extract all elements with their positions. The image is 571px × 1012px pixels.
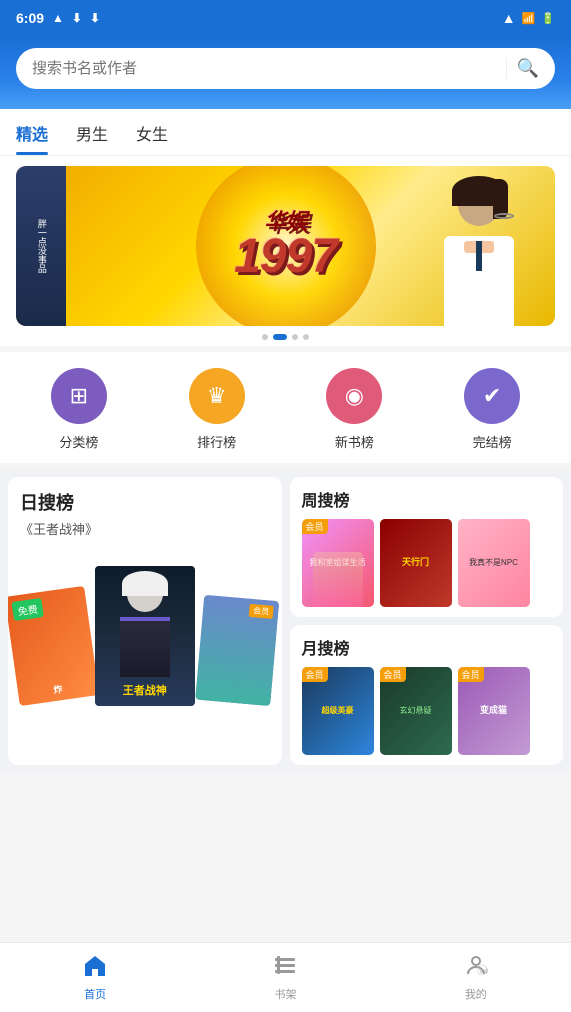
tab-nvsheng[interactable]: 女生: [136, 109, 168, 155]
daily-chart-title: 日搜榜: [20, 489, 270, 515]
paihang-label: 排行榜: [197, 432, 236, 451]
main-content: 日搜榜 《王者战神》 炸 免费 会员: [0, 469, 571, 773]
bottom-nav: 首页 书架 安卓 我的: [0, 942, 571, 1012]
nav-mine[interactable]: 安卓 我的: [444, 946, 508, 1010]
monthly-book-2-text: 玄幻悬疑: [398, 704, 434, 718]
monthly-book-3[interactable]: 会员 变成猫: [458, 667, 530, 755]
front-book-title: 王者战神: [123, 682, 167, 698]
nav-mine-label: 我的: [465, 986, 487, 1002]
search-input[interactable]: [32, 60, 498, 77]
tab-nansheng[interactable]: 男生: [76, 109, 108, 155]
weekly-book-3-text: 我真不是NPC: [467, 556, 520, 570]
weekly-book-1[interactable]: 会员 我和室姐谋生活: [302, 519, 374, 607]
banner-title: 华娱 1997: [234, 211, 337, 281]
paihang-icon: ♛: [189, 368, 245, 424]
monthly-chart-title: 月搜榜: [302, 635, 552, 659]
weekly-book-3[interactable]: 会员 我真不是NPC: [458, 519, 530, 607]
monthly-book-2[interactable]: 会员 玄幻悬疑: [380, 667, 452, 755]
home-icon: [83, 954, 107, 982]
weekly-monthly: 周搜榜 会员 我和室姐谋生活 会员 天行门: [290, 477, 564, 765]
cat-wanjie[interactable]: ✔ 完结榜: [464, 368, 520, 451]
weekly-chart-title: 周搜榜: [302, 487, 552, 511]
weekly-book-2[interactable]: 会员 天行门: [380, 519, 452, 607]
status-bar: 6:09 ▲ ⬇ ⬇ ▲ 📶 🔋: [0, 0, 571, 36]
search-icon[interactable]: 🔍: [506, 58, 539, 79]
xinshu-label: 新书榜: [335, 432, 374, 451]
monthly-books: 会员 超级英豪 会员 玄幻悬疑 会员 变成猫: [302, 667, 552, 755]
monthly-book-1[interactable]: 会员 超级英豪: [302, 667, 374, 755]
nav-shelf-label: 书架: [274, 986, 296, 1002]
battery-icon: 🔋: [541, 12, 555, 25]
download2-icon: ⬇: [90, 11, 100, 25]
time-display: 6:09: [16, 10, 44, 26]
banner-dots: [0, 326, 571, 346]
tabs-bar: 精选 男生 女生: [0, 109, 571, 156]
banner-container: 胖一点没事品 华娱 1997: [0, 156, 571, 346]
wanjie-label: 完结榜: [473, 432, 512, 451]
fenlei-label: 分类榜: [59, 432, 98, 451]
cat-fenlei[interactable]: ⊞ 分类榜: [51, 368, 107, 451]
book-stack: 炸 免费 会员: [20, 546, 270, 706]
wanjie-icon: ✔: [464, 368, 520, 424]
monthly-book-3-text: 变成猫: [478, 703, 509, 719]
mine-icon: 安卓: [464, 954, 488, 982]
dot-4: [303, 334, 309, 340]
character-glasses: [494, 213, 514, 219]
tab-jingxuan[interactable]: 精选: [16, 109, 48, 155]
notification-icon: ▲: [52, 11, 64, 25]
categories: ⊞ 分类榜 ♛ 排行榜 ◉ 新书榜 ✔ 完结榜: [0, 352, 571, 463]
dot-3: [292, 334, 298, 340]
weekly-chart: 周搜榜 会员 我和室姐谋生活 会员 天行门: [290, 477, 564, 617]
fenlei-icon: ⊞: [51, 368, 107, 424]
book-back-right: 会员: [195, 595, 279, 706]
banner[interactable]: 胖一点没事品 华娱 1997: [16, 166, 555, 326]
cat-xinshu[interactable]: ◉ 新书榜: [326, 368, 382, 451]
nav-home-label: 首页: [84, 986, 106, 1002]
search-bar[interactable]: 🔍: [16, 48, 555, 89]
nav-shelf[interactable]: 书架: [253, 946, 317, 1010]
banner-title-main: 华娱 1997: [234, 211, 337, 281]
book-back-left: 炸 免费: [8, 586, 99, 706]
nav-home[interactable]: 首页: [63, 946, 127, 1010]
dot-2: [273, 334, 287, 340]
wifi-icon: ▲: [502, 10, 516, 26]
daily-top-book: 《王者战神》: [20, 519, 270, 538]
daily-chart[interactable]: 日搜榜 《王者战神》 炸 免费 会员: [8, 477, 282, 765]
monthly-book-1-text: 超级英豪: [320, 704, 356, 718]
header: 🔍: [0, 36, 571, 109]
banner-left-text: 胖一点没事品: [35, 219, 47, 273]
weekly-books: 会员 我和室姐谋生活 会员 天行门 会员 我真不是NPC: [302, 519, 552, 607]
signal-icon: 📶: [522, 12, 536, 25]
monthly-chart: 月搜榜 会员 超级英豪 会员 玄幻悬疑 会员: [290, 625, 564, 765]
dot-1: [262, 334, 268, 340]
banner-character: [409, 171, 539, 326]
download-icon: ⬇: [72, 11, 82, 25]
xinshu-icon: ◉: [326, 368, 382, 424]
status-bar-left: 6:09 ▲ ⬇ ⬇: [16, 10, 100, 26]
status-bar-right: ▲ 📶 🔋: [502, 10, 555, 26]
weekly-book-2-text: 天行门: [400, 555, 431, 571]
book-front: 王者战神: [95, 566, 195, 706]
cat-paihang[interactable]: ♛ 排行榜: [189, 368, 245, 451]
shelf-icon: [273, 954, 297, 982]
banner-left-book: 胖一点没事品: [16, 166, 66, 326]
svg-text:安卓: 安卓: [479, 968, 488, 975]
